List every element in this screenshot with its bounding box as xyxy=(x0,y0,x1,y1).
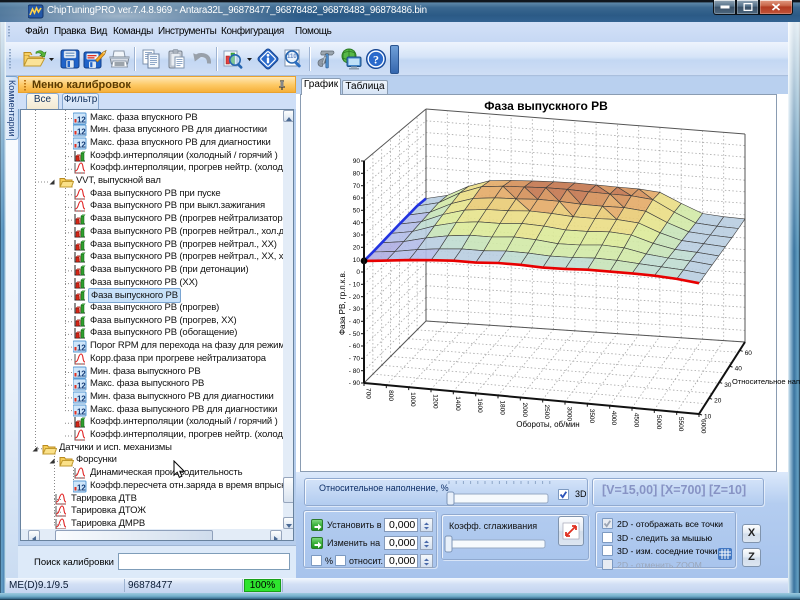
svg-text:70: 70 xyxy=(353,183,361,190)
svg-text:50: 50 xyxy=(353,208,361,215)
svg-text:- 50: - 50 xyxy=(349,331,361,338)
svg-text:700: 700 xyxy=(365,388,372,399)
svg-text:40: 40 xyxy=(735,366,743,373)
svg-text:6000: 6000 xyxy=(700,419,707,434)
svg-text:30: 30 xyxy=(724,382,732,389)
svg-text:60: 60 xyxy=(353,195,361,202)
svg-text:- 20: - 20 xyxy=(349,294,361,301)
svg-text:1400: 1400 xyxy=(454,396,461,411)
svg-text:- 30: - 30 xyxy=(349,306,361,313)
svg-text:- 10: - 10 xyxy=(349,282,361,289)
svg-text:1000: 1000 xyxy=(409,392,416,407)
svg-text:20: 20 xyxy=(353,245,361,252)
svg-text:?: ? xyxy=(373,53,379,67)
svg-text:60: 60 xyxy=(745,350,753,357)
svg-text:- 40: - 40 xyxy=(349,319,361,326)
svg-text:- 90: - 90 xyxy=(349,380,361,387)
svg-text:1600: 1600 xyxy=(476,398,483,413)
svg-text:4500: 4500 xyxy=(633,413,640,428)
svg-text:5500: 5500 xyxy=(677,417,684,432)
svg-text:40: 40 xyxy=(353,220,361,227)
svg-text:3500: 3500 xyxy=(588,409,595,424)
svg-text:Фаза РВ, гр.п.к.в.: Фаза РВ, гр.п.к.в. xyxy=(338,271,347,335)
svg-text:10: 10 xyxy=(353,257,361,264)
svg-text:20: 20 xyxy=(714,398,722,405)
svg-text:Фаза выпускного РВ: Фаза выпускного РВ xyxy=(484,99,608,113)
svg-text:10: 10 xyxy=(704,414,712,421)
svg-text:- 80: - 80 xyxy=(349,368,361,375)
svg-text:1800: 1800 xyxy=(499,400,506,415)
svg-text:2000: 2000 xyxy=(521,403,528,418)
svg-text:Обороты, об/мин: Обороты, об/мин xyxy=(516,420,579,429)
svg-text:- 70: - 70 xyxy=(349,356,361,363)
svg-text:4000: 4000 xyxy=(610,411,617,426)
svg-text:2500: 2500 xyxy=(543,405,550,420)
svg-text:800: 800 xyxy=(387,390,394,401)
svg-text:0: 0 xyxy=(356,269,360,276)
svg-text:90: 90 xyxy=(353,158,361,165)
svg-text:- 60: - 60 xyxy=(349,343,361,350)
svg-text:80: 80 xyxy=(353,171,361,178)
svg-text:1200: 1200 xyxy=(432,394,439,409)
svg-text:5000: 5000 xyxy=(655,415,662,430)
svg-text:30: 30 xyxy=(353,232,361,239)
svg-text:Относительное наполнение: Относительное наполнение xyxy=(732,377,800,386)
